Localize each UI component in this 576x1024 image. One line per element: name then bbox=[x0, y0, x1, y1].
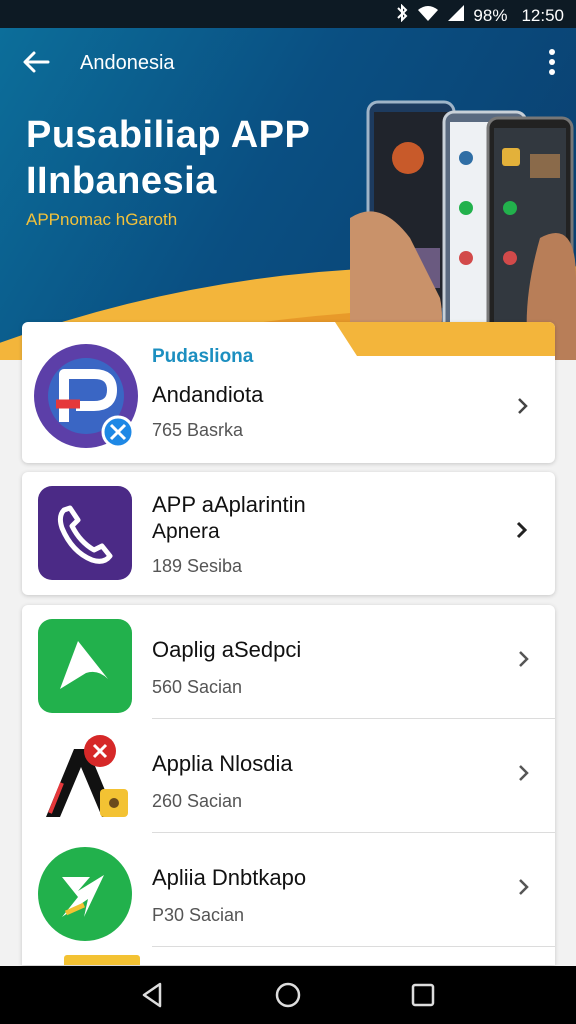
phones-illustration bbox=[350, 100, 576, 360]
hero-subtitle: APPnomac hGaroth bbox=[26, 210, 178, 229]
back-arrow-icon[interactable] bbox=[20, 46, 52, 78]
chevron-right-icon[interactable] bbox=[517, 396, 529, 416]
app-meta: 560 Sacian bbox=[152, 677, 243, 697]
green-arrow-app-icon bbox=[38, 847, 132, 941]
phone-app-icon bbox=[38, 486, 132, 580]
featured-app-icon bbox=[34, 344, 138, 449]
clock: 12:50 bbox=[521, 5, 564, 25]
featured-app-meta: 765 Basrka bbox=[152, 420, 244, 440]
list-item[interactable]: Apliia Dnbtkapo P30 Sacian bbox=[22, 833, 555, 947]
app-name: APP aAplarintin bbox=[152, 492, 306, 517]
chevron-right-icon[interactable] bbox=[517, 649, 531, 669]
bluetooth-icon bbox=[395, 3, 409, 27]
chevron-right-icon[interactable] bbox=[515, 520, 529, 540]
nav-recents-icon[interactable] bbox=[408, 980, 438, 1010]
letter-a-app-icon bbox=[46, 735, 128, 817]
green-call-app-icon bbox=[38, 619, 132, 713]
status-bar: 98% 12:50 bbox=[0, 0, 576, 28]
featured-ribbon bbox=[335, 322, 555, 356]
nav-home-icon[interactable] bbox=[273, 980, 303, 1010]
app-bar-title: Andonesia bbox=[80, 52, 175, 74]
app-meta: 260 Sacian bbox=[152, 791, 243, 811]
app-name: Applia Nlosdia bbox=[152, 751, 293, 776]
list-item[interactable]: Oaplig aSedpci 560 Sacian bbox=[22, 605, 555, 719]
app-meta: P30 Sacian bbox=[152, 905, 245, 925]
chevron-right-icon[interactable] bbox=[517, 877, 531, 897]
app-name: Apliia Dnbtkapo bbox=[152, 865, 307, 890]
hero-title: Pusabiliap APP IInbanesia bbox=[26, 114, 311, 202]
app-list: Oaplig aSedpci 560 Sacian Applia Nlosdia… bbox=[22, 605, 555, 965]
battery-level: 98% bbox=[473, 5, 508, 25]
app-bar: Andonesia bbox=[0, 28, 576, 96]
list-item-partial bbox=[64, 955, 140, 965]
app-subtitle: Apnera bbox=[152, 520, 220, 543]
featured-app-card[interactable]: Pudasliona Andandiota 765 Basrka bbox=[22, 322, 555, 463]
divider bbox=[152, 946, 555, 947]
chevron-right-icon[interactable] bbox=[517, 763, 531, 783]
more-options-icon[interactable] bbox=[548, 48, 556, 76]
wifi-icon bbox=[417, 5, 439, 26]
system-nav-bar bbox=[0, 966, 576, 1024]
list-item[interactable]: Applia Nlosdia 260 Sacian bbox=[22, 719, 555, 833]
signal-icon bbox=[447, 5, 465, 26]
app-card-viber[interactable]: APP aAplarintin Apnera 189 Sesiba bbox=[22, 472, 555, 595]
featured-app-name: Andandiota bbox=[152, 382, 264, 407]
app-name: Oaplig aSedpci bbox=[152, 637, 302, 662]
nav-back-icon[interactable] bbox=[138, 980, 168, 1010]
featured-label: Pudasliona bbox=[152, 346, 254, 367]
app-meta: 189 Sesiba bbox=[152, 556, 243, 576]
